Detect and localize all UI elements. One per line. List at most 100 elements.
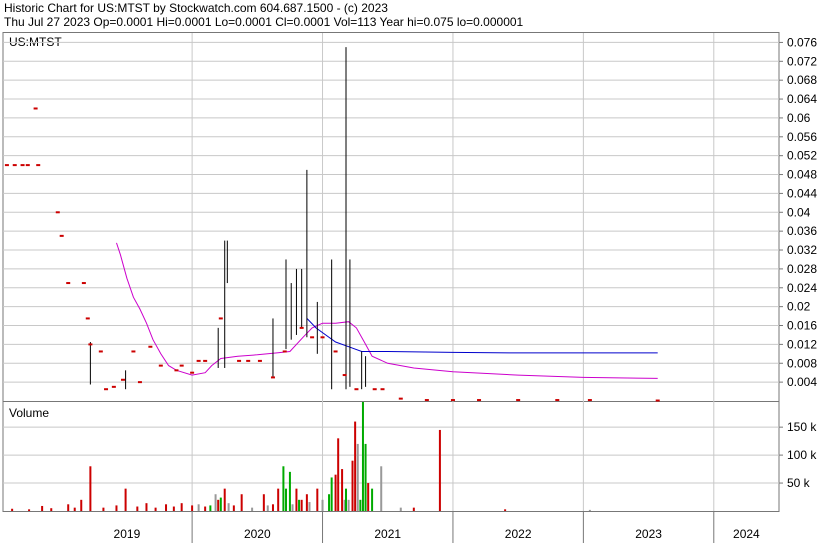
- year-axis-labels: 2019 2020 2021 2022 2023 2024: [114, 511, 760, 543]
- volume-bar: [308, 502, 311, 511]
- volume-bar: [334, 474, 337, 511]
- price-tick-label: 0.036: [787, 224, 817, 238]
- price-point: [104, 388, 109, 391]
- volume-bar: [282, 466, 285, 511]
- price-point: [20, 164, 25, 167]
- volume-bar: [115, 505, 118, 511]
- price-tick-label: 0.048: [787, 168, 817, 182]
- price-point: [55, 211, 60, 214]
- price-point: [282, 350, 287, 353]
- price-point: [320, 336, 325, 339]
- price-point: [25, 164, 30, 167]
- volume-bar: [223, 488, 226, 511]
- price-point: [36, 164, 41, 167]
- price-point: [555, 399, 560, 402]
- price-point: [380, 388, 385, 391]
- price-point: [190, 371, 195, 374]
- volume-bar: [180, 503, 183, 511]
- volume-bar: [291, 504, 294, 511]
- price-point: [203, 359, 208, 362]
- volume-bar: [295, 488, 298, 511]
- volume-bar: [288, 471, 291, 511]
- year-tick-label: 2022: [505, 527, 532, 541]
- price-point: [299, 326, 304, 329]
- price-tick-label: 0.068: [787, 73, 817, 87]
- volume-bar: [412, 507, 415, 511]
- volume-bar: [165, 504, 168, 511]
- stock-chart: US:MTST Volume 0.0040.0080.0120.0160.020…: [2, 32, 817, 543]
- volume-bar: [347, 499, 350, 511]
- volume-bar: [266, 505, 269, 511]
- volume-bar: [41, 505, 44, 511]
- price-point: [398, 397, 403, 400]
- volume-bar: [219, 497, 222, 511]
- volume-bar: [191, 505, 194, 511]
- price-point: [354, 388, 359, 391]
- volume-bar: [262, 494, 265, 511]
- volume-bar: [305, 494, 308, 511]
- price-tick-label: 0.064: [787, 92, 817, 106]
- price-point: [333, 350, 338, 353]
- volume-bar: [354, 421, 357, 511]
- price-point: [98, 350, 103, 353]
- price-point: [137, 381, 142, 384]
- volume-bar: [330, 477, 333, 511]
- price-point: [59, 234, 64, 237]
- price-point: [516, 399, 521, 402]
- volume-bar: [217, 499, 220, 511]
- volume-bar: [172, 506, 175, 511]
- year-tick-label: 2021: [374, 527, 401, 541]
- price-tick-label: 0.056: [787, 130, 817, 144]
- price-point: [85, 317, 90, 320]
- price-point: [111, 385, 116, 388]
- price-tick-label: 0.072: [787, 54, 817, 68]
- price-tick-label: 0.032: [787, 243, 817, 257]
- volume-bar: [11, 508, 14, 511]
- volume-bar: [367, 483, 370, 511]
- price-point: [120, 378, 125, 381]
- volume-bar: [438, 429, 441, 511]
- volume-tick-label: 150 k: [787, 420, 817, 434]
- volume-bar: [80, 499, 83, 511]
- volume-bar: [204, 506, 207, 511]
- volume-bar: [28, 509, 31, 511]
- volume-bar: [277, 488, 280, 511]
- volume-bar: [588, 509, 591, 511]
- volume-bar: [154, 507, 157, 511]
- volume-bar: [102, 507, 105, 511]
- volume-bar: [67, 504, 70, 511]
- price-tick-label: 0.028: [787, 262, 817, 276]
- price-tick-label: 0.04: [787, 205, 811, 219]
- price-tick-label: 0.02: [787, 300, 811, 314]
- volume-bar: [214, 494, 217, 511]
- volume-bar: [504, 509, 507, 511]
- volume-bar: [271, 504, 274, 511]
- price-tick-label: 0.044: [787, 186, 817, 200]
- price-tick-label: 0.008: [787, 356, 817, 370]
- volume-bar: [89, 466, 92, 511]
- price-point: [477, 399, 482, 402]
- price-point: [66, 282, 71, 285]
- price-point: [81, 282, 86, 285]
- volume-bar: [227, 503, 230, 511]
- volume-bar: [351, 460, 354, 511]
- volume-bar: [145, 503, 148, 511]
- volume-tick-label: 100 k: [787, 448, 817, 462]
- volume-bar: [240, 494, 243, 511]
- volume-bar: [197, 504, 200, 511]
- price-point: [158, 364, 163, 367]
- price-point: [218, 317, 223, 320]
- year-tick-label: 2020: [244, 527, 271, 541]
- volume-bar: [316, 488, 319, 511]
- price-point: [257, 359, 262, 362]
- price-point: [450, 399, 455, 402]
- price-tick-label: 0.052: [787, 149, 817, 163]
- price-point: [88, 343, 93, 346]
- volume-panel-title: Volume: [9, 406, 49, 420]
- volume-bar: [300, 499, 303, 511]
- year-tick-label: 2023: [635, 527, 662, 541]
- price-point: [33, 107, 38, 110]
- price-tick-label: 0.06: [787, 111, 811, 125]
- price-tick-label: 0.004: [787, 375, 817, 389]
- year-tick-label: 2019: [114, 527, 141, 541]
